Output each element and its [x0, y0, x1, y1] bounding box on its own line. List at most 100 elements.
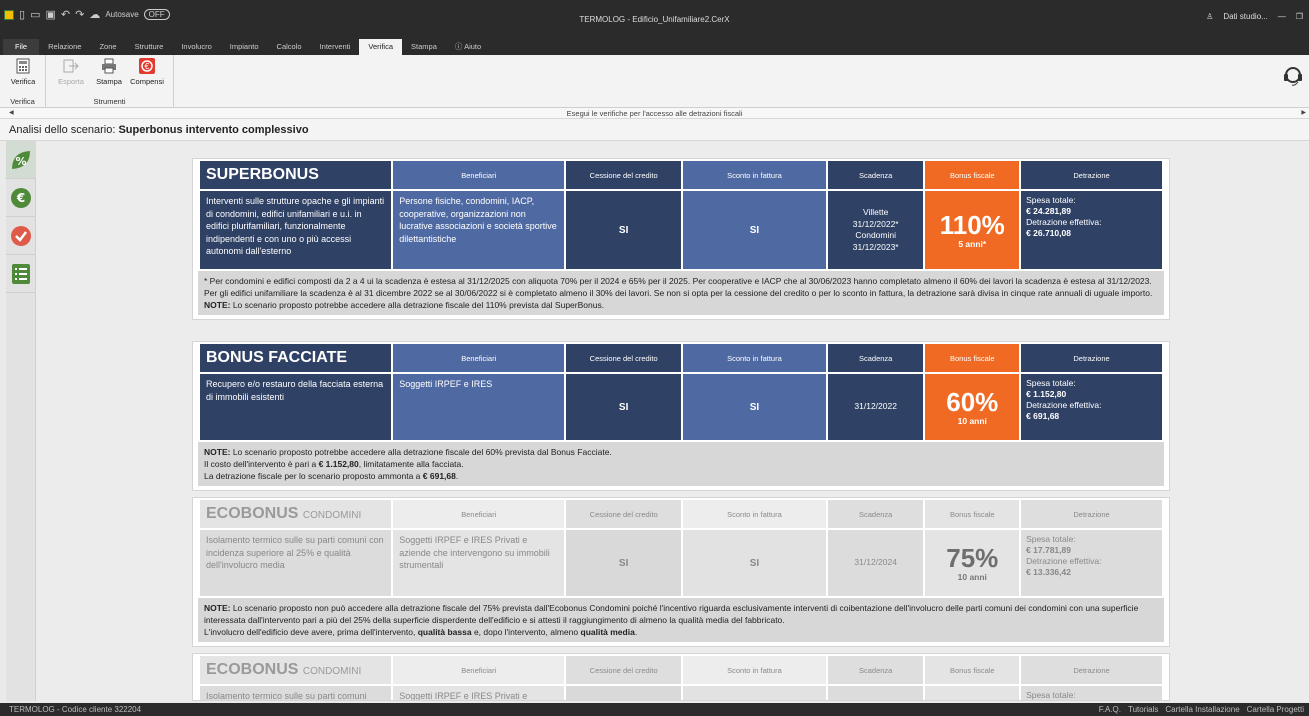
- ecobonus-cessione: SI: [566, 530, 681, 596]
- stampa-button[interactable]: Stampa: [90, 58, 128, 86]
- cloud-icon[interactable]: ☁: [89, 8, 100, 21]
- header-sconto: Sconto in fattura: [683, 344, 826, 372]
- tab-file[interactable]: File: [3, 39, 40, 55]
- header-detrazione: Detrazione: [1021, 161, 1162, 189]
- header-detrazione: Detrazione: [1021, 500, 1162, 528]
- spesa-value: € 24.281,89: [1026, 206, 1071, 216]
- scenario-name: Superbonus intervento complessivo: [118, 124, 309, 136]
- content-area: SUPERBONUS Beneficiari Cessione del cred…: [36, 141, 1309, 701]
- restore-icon[interactable]: ❐: [1296, 12, 1303, 21]
- minimize-icon[interactable]: —: [1278, 12, 1286, 21]
- user-name[interactable]: Dati studio...: [1223, 12, 1267, 21]
- superbonus-detrazione: Spesa totale: € 24.281,89 Detrazione eff…: [1021, 191, 1162, 269]
- tab-relazione[interactable]: Relazione: [39, 39, 90, 55]
- header-scadenza: Scadenza: [827, 656, 924, 684]
- tab-impianto[interactable]: Impianto: [221, 39, 268, 55]
- ecobonus2-beneficiari: Soggetti IRPEF e IRES Privati e: [393, 686, 565, 700]
- header-scadenza: Scadenza: [827, 344, 924, 372]
- bonus-percent: 60%: [946, 386, 999, 417]
- faq-link[interactable]: F.A.Q.: [1099, 703, 1121, 716]
- tab-interventi[interactable]: Interventi: [311, 39, 360, 55]
- install-folder-link[interactable]: Cartella Installazione: [1165, 703, 1239, 716]
- scadenza-line-4: 31/12/2023*: [852, 241, 899, 252]
- verifica-button[interactable]: Verifica: [4, 58, 42, 86]
- superbonus-cessione: SI: [566, 191, 681, 269]
- ecobonus-detrazione: Spesa totale: € 17.781,89 Detrazione eff…: [1021, 530, 1162, 596]
- title-bar: ▯ ▭ ▣ ↶ ↷ ☁ Autosave OFF TERMOLOG - Edif…: [0, 0, 1309, 38]
- scadenza-line-3: Condomini: [855, 230, 896, 240]
- open-folder-icon[interactable]: ▭: [30, 8, 40, 21]
- spesa-label: Spesa totale:: [1026, 534, 1076, 544]
- hint-bar: ◀ Esegui le verifiche per l'accesso alle…: [0, 108, 1309, 119]
- scadenza-line-2: 31/12/2022*: [852, 218, 899, 229]
- esporta-button[interactable]: Esporta: [52, 58, 90, 86]
- tab-verifica[interactable]: Verifica: [359, 39, 403, 55]
- facciate-note-2c: , limitatamente alla facciata.: [358, 459, 464, 469]
- sidebar-list-button[interactable]: [6, 255, 36, 293]
- header-detrazione: Detrazione: [1021, 344, 1162, 372]
- superbonus-scadenza: Villette 31/12/2022* Condomini 31/12/202…: [827, 191, 924, 269]
- superbonus-note-text-2: Lo scenario proposto potrebbe accedere a…: [232, 300, 605, 310]
- autosave-toggle[interactable]: OFF: [143, 9, 170, 20]
- ecobonus2-description: Isolamento termico sulle su parti comuni: [200, 686, 392, 700]
- euro-circle-icon: €: [11, 187, 31, 208]
- projects-folder-link[interactable]: Cartella Progetti: [1247, 703, 1304, 716]
- spesa-label: Spesa totale:: [1026, 195, 1076, 205]
- ecobonus-card: ECOBONUS CONDOMINI Beneficiari Cessione …: [192, 497, 1170, 647]
- ecobonus-sconto: SI: [683, 530, 826, 596]
- title-bar-right: ♙ Dati studio... — ❐: [1206, 12, 1303, 21]
- svg-text:%: %: [15, 155, 26, 168]
- ecobonus-beneficiari: Soggetti IRPEF e IRES Privati e aziende …: [393, 530, 565, 596]
- euro-icon: €: [139, 58, 155, 74]
- tab-aiuto[interactable]: ⓘ Aiuto: [446, 39, 490, 55]
- tab-stampa[interactable]: Stampa: [402, 39, 446, 55]
- superbonus-note-text: * Per condomini e edifici composti da 2 …: [204, 276, 1153, 298]
- sidebar-euro-button[interactable]: €: [6, 179, 36, 217]
- header-cessione: Cessione del credito: [566, 500, 681, 528]
- facciate-bonus: 60% 10 anni: [925, 374, 1020, 440]
- quick-access-toolbar: ▯ ▭ ▣ ↶ ↷ ☁ Autosave OFF: [4, 8, 170, 21]
- ribbon-tabs: File Relazione Zone Strutture Involucro …: [0, 38, 1309, 55]
- support-headset-icon[interactable]: [1283, 65, 1303, 87]
- save-icon[interactable]: ▣: [45, 8, 55, 21]
- scroll-right-icon[interactable]: ▶: [1301, 108, 1306, 119]
- ecobonus2-bonus: [925, 686, 1020, 700]
- tab-zone[interactable]: Zone: [90, 39, 125, 55]
- ecobonus2-subtitle: CONDOMINI: [302, 666, 362, 677]
- ecobonus-note-2c: e, dopo l'intervento, almeno: [473, 627, 579, 637]
- tab-strutture[interactable]: Strutture: [126, 39, 173, 55]
- client-code: TERMOLOG - Codice cliente 322204: [9, 705, 142, 714]
- sidebar-check-button[interactable]: [6, 217, 36, 255]
- scenario-header: Analisi dello scenario: Superbonus inter…: [0, 119, 1309, 141]
- header-beneficiari: Beneficiari: [393, 344, 565, 372]
- undo-icon[interactable]: ↶: [61, 8, 70, 21]
- facciate-title: BONUS FACCIATE: [200, 344, 392, 372]
- header-beneficiari: Beneficiari: [393, 161, 565, 189]
- note-label: NOTE:: [204, 447, 231, 457]
- left-sidebar: % €: [6, 141, 36, 701]
- superbonus-card: SUPERBONUS Beneficiari Cessione del cred…: [192, 158, 1170, 320]
- list-icon: [12, 263, 30, 284]
- detrazione-value: € 13.336,42: [1026, 567, 1071, 577]
- spesa-value: € 1.152,80: [1026, 389, 1067, 399]
- ribbon-group-strumenti: Esporta Stampa € Compensi Strumenti: [46, 55, 174, 108]
- spesa-label: Spesa totale:: [1026, 378, 1076, 388]
- ecobonus-note-2e: .: [634, 627, 638, 637]
- detrazione-value: € 26.710,08: [1026, 228, 1071, 238]
- ribbon: Verifica Verifica Esporta Stampa € Compe…: [0, 55, 1309, 108]
- esporta-button-label: Esporta: [58, 77, 84, 86]
- tab-involucro[interactable]: Involucro: [172, 39, 220, 55]
- tutorials-link[interactable]: Tutorials: [1128, 703, 1158, 716]
- header-bonus: Bonus fiscale: [925, 344, 1020, 372]
- compensi-button[interactable]: € Compensi: [128, 58, 166, 86]
- new-file-icon[interactable]: ▯: [19, 8, 25, 21]
- spesa-value: € 17.781,89: [1026, 545, 1071, 555]
- facciate-note-1: Lo scenario proposto potrebbe accedere a…: [232, 447, 612, 457]
- note-label: NOTE:: [204, 603, 231, 613]
- superbonus-beneficiari: Persone fisiche, condomini, IACP, cooper…: [393, 191, 565, 269]
- scroll-left-icon[interactable]: ◀: [9, 108, 14, 119]
- printer-icon: [101, 58, 117, 74]
- tab-calcolo[interactable]: Calcolo: [268, 39, 311, 55]
- redo-icon[interactable]: ↷: [75, 8, 84, 21]
- sidebar-bonus-button[interactable]: %: [6, 141, 36, 179]
